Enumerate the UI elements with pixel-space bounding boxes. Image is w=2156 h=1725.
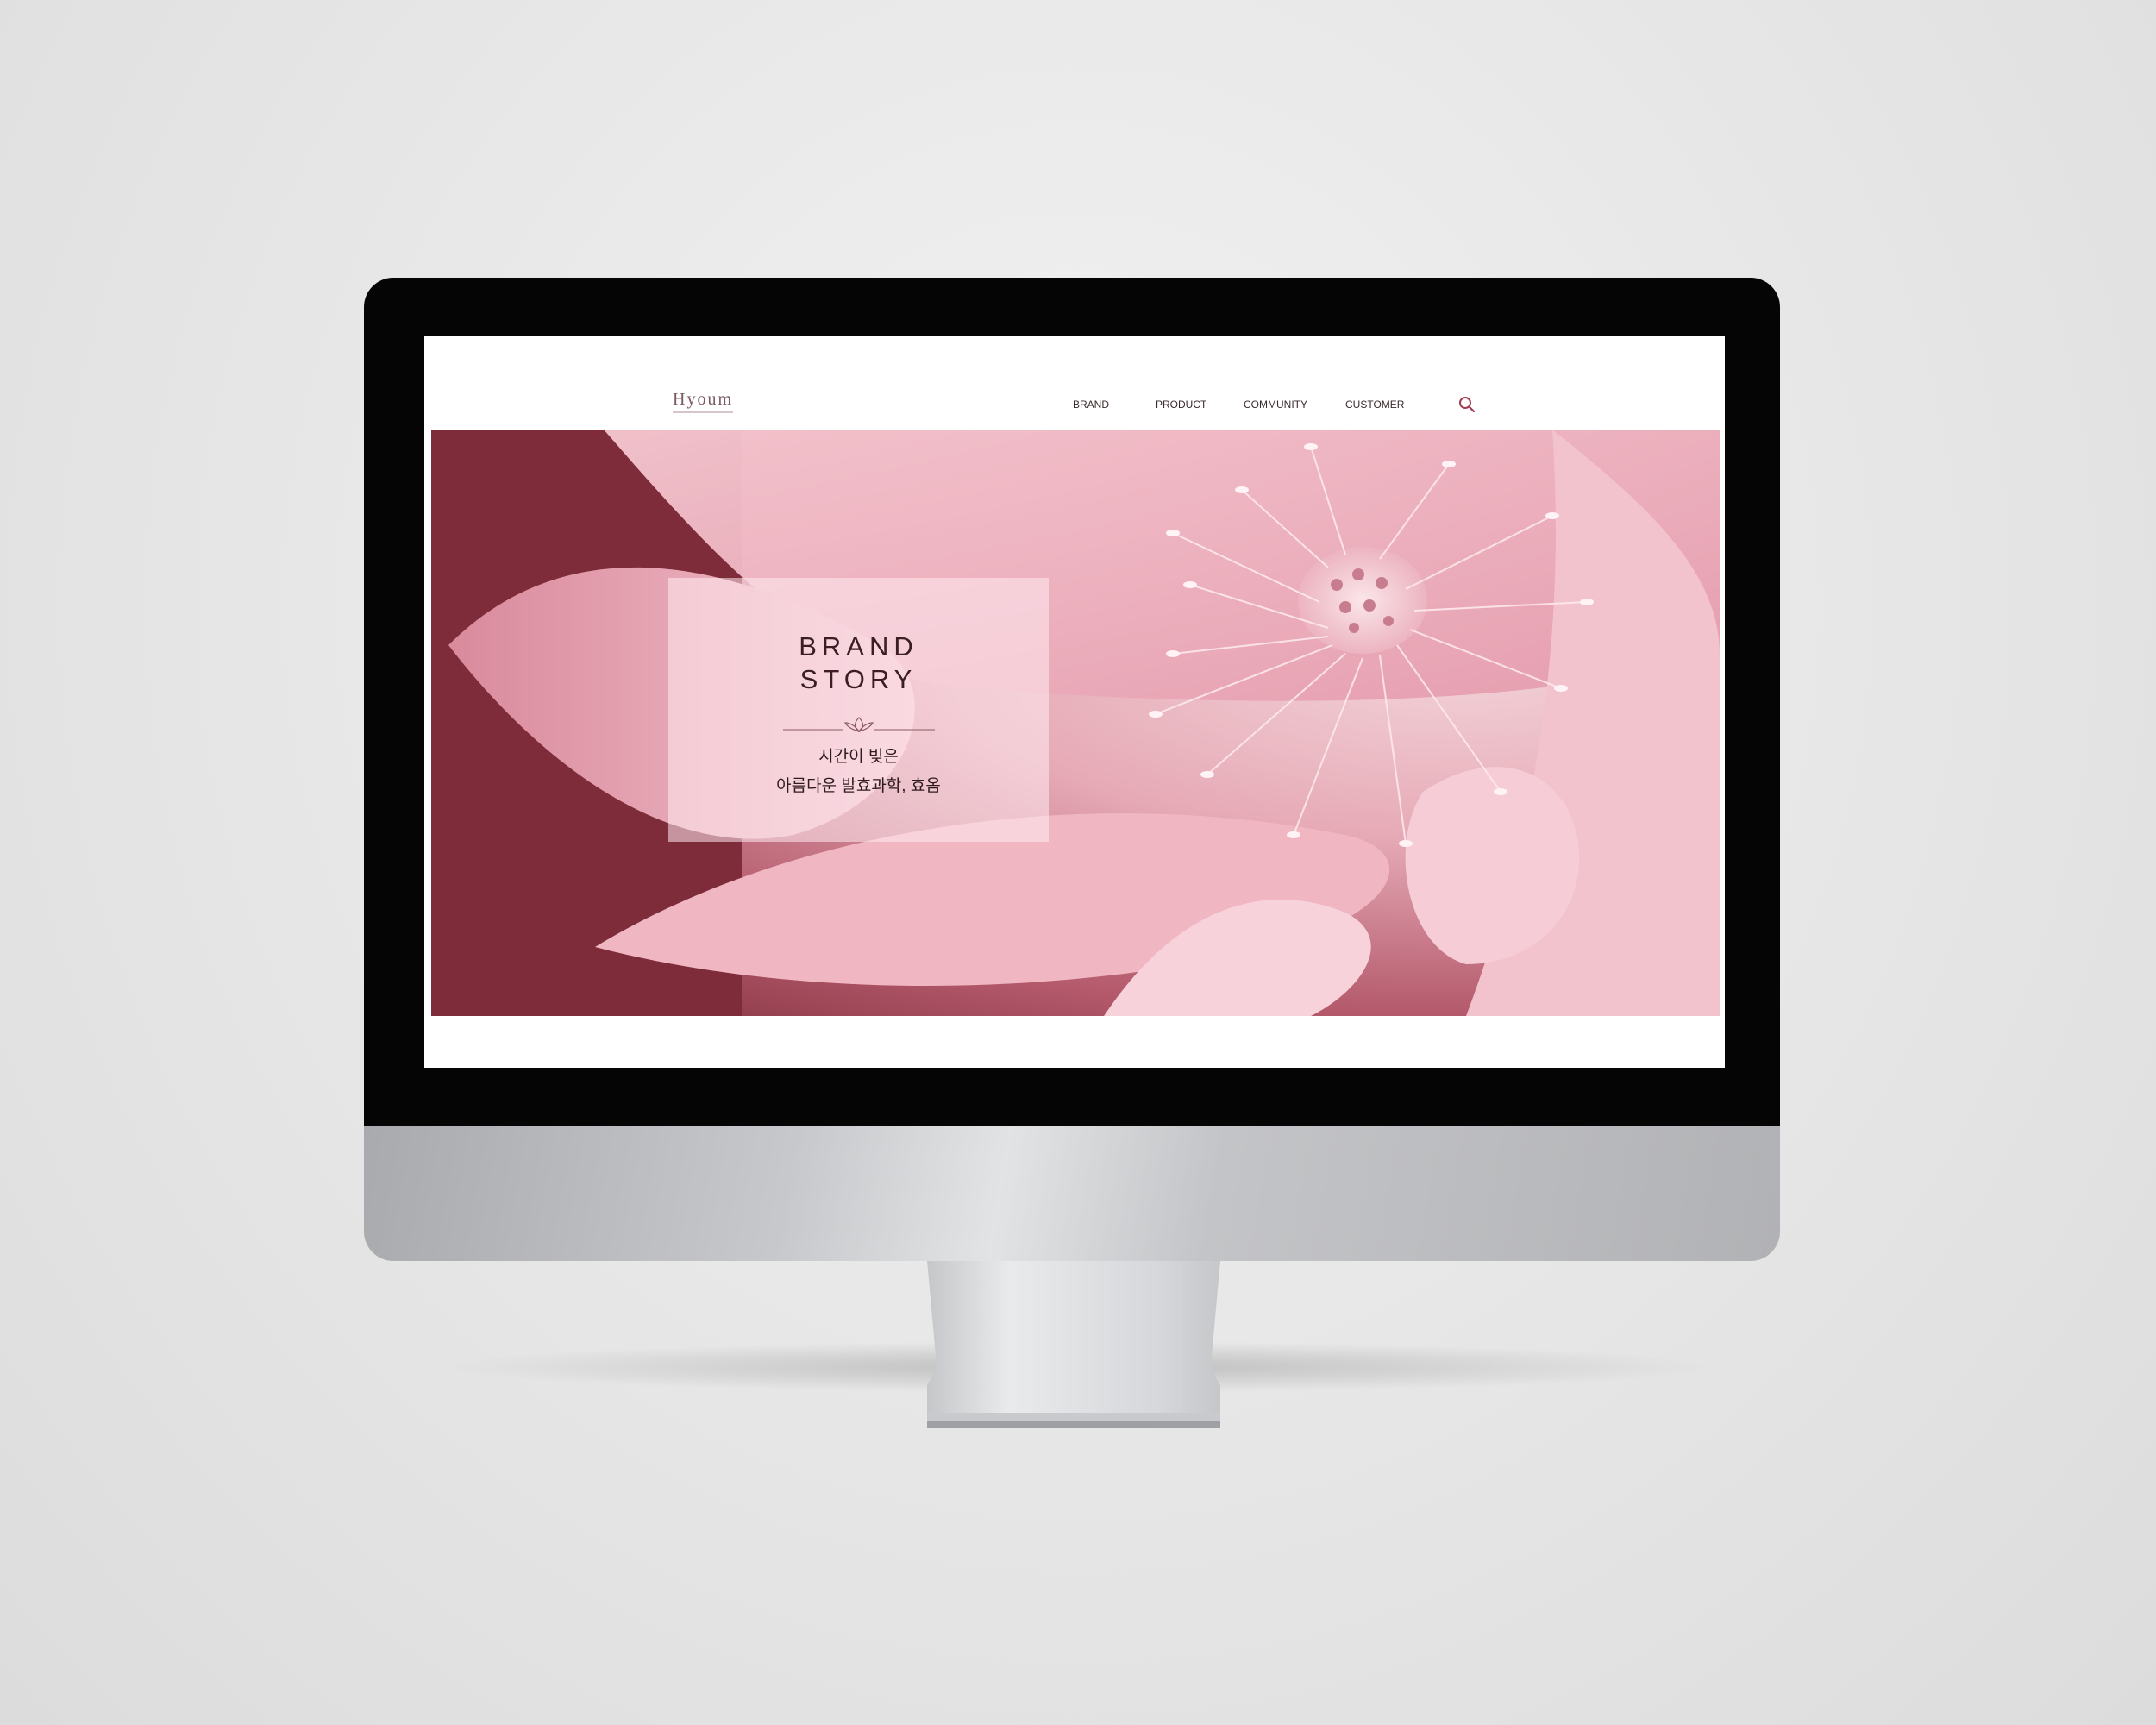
monitor-stand [927, 1261, 1220, 1428]
brand-story-card: BRAND STORY 시간이 빚은 아름다운 발효과학, 효옴 [668, 578, 1049, 842]
search-icon[interactable] [1457, 395, 1476, 414]
story-title-line2: STORY [799, 664, 918, 694]
monitor-chin [364, 1126, 1780, 1261]
lotus-flower-image [431, 430, 1720, 1016]
monitor-screen: Hyoum BRAND PRODUCT COMMUNITY CUSTOMER B… [424, 336, 1725, 1068]
nav-item-community[interactable]: COMMUNITY [1244, 398, 1307, 411]
story-title-line1: BRAND [799, 631, 918, 662]
site-header: Hyoum BRAND PRODUCT COMMUNITY CUSTOMER [424, 336, 1725, 426]
site-logo[interactable]: Hyoum [673, 390, 733, 413]
nav-item-product[interactable]: PRODUCT [1156, 398, 1206, 411]
monitor-bezel: Hyoum BRAND PRODUCT COMMUNITY CUSTOMER B… [364, 278, 1780, 1126]
nav-item-customer[interactable]: CUSTOMER [1345, 398, 1404, 411]
nav-item-brand[interactable]: BRAND [1073, 398, 1109, 411]
story-subtitle-line1: 시간이 빚은 [818, 748, 899, 766]
hero-banner: BRAND STORY 시간이 빚은 아름다운 발효과학, 효옴 [431, 430, 1720, 1016]
story-subtitle-line2: 아름다운 발효과학, 효옴 [776, 777, 941, 795]
imac-monitor: Hyoum BRAND PRODUCT COMMUNITY CUSTOMER B… [364, 278, 1780, 1261]
lotus-icon [783, 717, 935, 732]
